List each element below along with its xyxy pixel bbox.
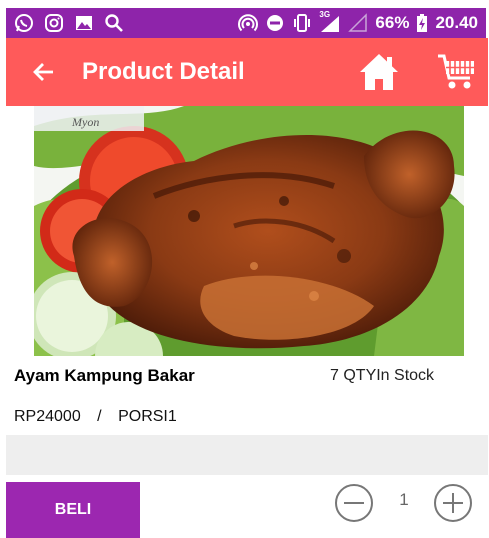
cart-button[interactable] [436, 52, 478, 92]
minus-circle-icon [335, 484, 373, 522]
whatsapp-icon [15, 14, 33, 32]
clock: 20.40 [435, 13, 478, 32]
price-unit: PORSI1 [118, 408, 177, 425]
system-status: 3G 66% 20.40 [238, 10, 478, 33]
hotspot-icon [238, 14, 259, 32]
battery-charging-icon [417, 14, 428, 32]
no-signal-icon [348, 13, 368, 32]
app-toolbar: Product Detail [6, 38, 488, 106]
status-bar: 3G 66% 20.40 [6, 8, 486, 38]
search-icon [105, 14, 123, 32]
increase-quantity-button[interactable] [433, 483, 473, 523]
instagram-icon [45, 14, 63, 32]
divider-bar [6, 435, 488, 475]
signal-icon: 3G [319, 10, 341, 33]
plus-circle-icon [434, 484, 472, 522]
gallery-icon [76, 16, 92, 30]
back-button[interactable] [24, 52, 64, 92]
page-title: Product Detail [82, 58, 245, 85]
image-watermark: Myon [71, 115, 99, 129]
do-not-disturb-icon [267, 15, 284, 31]
stock-status: 7 QTYIn Stock [330, 367, 435, 384]
decrease-quantity-button[interactable] [334, 483, 374, 523]
shopping-cart-icon [438, 54, 474, 89]
notification-icons [14, 13, 124, 33]
product-image: Myon [34, 106, 464, 356]
vibrate-icon [294, 14, 311, 32]
product-name: Ayam Kampung Bakar [14, 366, 195, 385]
home-button[interactable] [358, 52, 400, 92]
home-icon [360, 54, 398, 90]
price-value: RP24000 [14, 408, 81, 425]
buy-button[interactable]: BELI [6, 482, 140, 538]
arrow-back-icon [33, 63, 53, 81]
battery-percent: 66% [375, 13, 410, 32]
quantity-value: 1 [399, 490, 409, 509]
price-separator: / [97, 408, 102, 425]
product-price: RP24000 / PORSI1 [14, 408, 177, 426]
